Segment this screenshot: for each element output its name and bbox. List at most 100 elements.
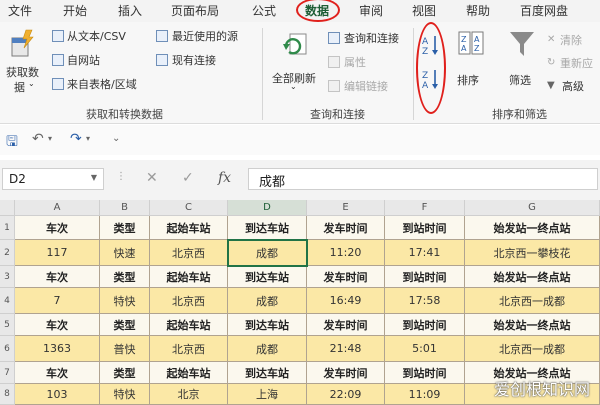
header-cell[interactable]: 起始车站 [150, 216, 228, 240]
data-cell[interactable]: 成都 [228, 240, 307, 266]
data-cell[interactable]: 上海 [228, 384, 307, 405]
data-cell[interactable]: 普快 [100, 336, 150, 362]
header-cell[interactable]: 始发站一终点站 [465, 216, 600, 240]
tab-review[interactable]: 审阅 [359, 2, 383, 19]
column-header-d[interactable]: D [228, 200, 307, 216]
header-cell[interactable]: 到站时间 [385, 216, 465, 240]
header-cell[interactable]: 到达车站 [228, 362, 307, 384]
clear-button[interactable]: 清除 [560, 32, 582, 48]
header-cell[interactable]: 发车时间 [307, 216, 385, 240]
edit-links-button[interactable]: 编辑链接 [344, 78, 388, 94]
tab-home[interactable]: 开始 [63, 2, 87, 19]
tab-insert[interactable]: 插入 [118, 2, 142, 19]
data-cell[interactable]: 成都 [228, 288, 307, 314]
sort-button[interactable]: Z A A Z 排序 [453, 30, 489, 100]
header-cell[interactable]: 车次 [15, 314, 100, 336]
reapply-button[interactable]: 重新应 [560, 55, 593, 71]
get-data-button[interactable]: 获取数 据 ⌄ [4, 28, 48, 100]
header-cell[interactable]: 到达车站 [228, 216, 307, 240]
data-cell[interactable]: 快速 [100, 240, 150, 266]
data-cell[interactable]: 21:48 [307, 336, 385, 362]
tab-baidu-netdisk[interactable]: 百度网盘 [520, 2, 568, 19]
refresh-all-button[interactable]: 全部刷新 ⌄ [268, 28, 324, 98]
data-cell[interactable]: 北京西一成都 [465, 288, 600, 314]
column-header-a[interactable]: A [15, 200, 100, 216]
column-header-e[interactable]: E [307, 200, 385, 216]
data-cell[interactable]: 特快 [100, 288, 150, 314]
header-cell[interactable]: 始发站一终点站 [465, 314, 600, 336]
properties-button[interactable]: 属性 [344, 54, 366, 70]
data-cell[interactable]: 北京西一成都 [465, 336, 600, 362]
tab-help[interactable]: 帮助 [466, 2, 490, 19]
header-cell[interactable]: 到达车站 [228, 314, 307, 336]
redo-icon[interactable]: ↷ [70, 131, 82, 147]
tab-file[interactable]: 文件 [8, 2, 32, 19]
header-cell[interactable]: 起始车站 [150, 314, 228, 336]
data-cell[interactable]: 北京西 [150, 288, 228, 314]
data-cell[interactable]: 11:20 [307, 240, 385, 266]
row-header[interactable]: 4 [0, 288, 15, 314]
advanced-button[interactable]: 高级 [562, 78, 584, 94]
header-cell[interactable]: 车次 [15, 216, 100, 240]
tab-view[interactable]: 视图 [412, 2, 436, 19]
data-cell[interactable]: 1363 [15, 336, 100, 362]
filter-button[interactable]: 筛选 [505, 30, 541, 100]
data-cell[interactable]: 5:01 [385, 336, 465, 362]
column-header-c[interactable]: C [150, 200, 228, 216]
header-cell[interactable]: 车次 [15, 362, 100, 384]
row-header[interactable]: 5 [0, 314, 15, 336]
tab-formulas[interactable]: 公式 [252, 2, 276, 19]
row-header[interactable]: 3 [0, 266, 15, 288]
insert-function-icon[interactable]: fx [218, 170, 231, 186]
header-cell[interactable]: 类型 [100, 314, 150, 336]
data-cell[interactable]: 北京西一攀枝花 [465, 240, 600, 266]
from-text-csv-button[interactable]: 从文本/CSV [67, 28, 126, 44]
header-cell[interactable]: 类型 [100, 216, 150, 240]
queries-connections-button[interactable]: 查询和连接 [344, 30, 399, 46]
data-cell[interactable]: 特快 [100, 384, 150, 405]
chevron-down-icon[interactable]: ▼ [91, 173, 97, 182]
header-cell[interactable]: 车次 [15, 266, 100, 288]
column-header-f[interactable]: F [385, 200, 465, 216]
cancel-icon[interactable]: ✕ [146, 170, 158, 186]
header-cell[interactable]: 始发站一终点站 [465, 266, 600, 288]
customize-toolbar-icon[interactable]: ⌄ [112, 133, 120, 144]
data-cell[interactable]: 成都 [228, 336, 307, 362]
name-box[interactable]: D2 ▼ [2, 168, 104, 190]
header-cell[interactable]: 到站时间 [385, 362, 465, 384]
row-header[interactable]: 1 [0, 216, 15, 240]
data-cell[interactable]: 22:09 [307, 384, 385, 405]
row-header[interactable]: 6 [0, 336, 15, 362]
save-icon[interactable]: 🖫 [6, 131, 18, 155]
data-cell[interactable]: 16:49 [307, 288, 385, 314]
data-cell[interactable]: 117 [15, 240, 100, 266]
recent-sources-button[interactable]: 最近使用的源 [172, 28, 238, 44]
header-cell[interactable]: 到达车站 [228, 266, 307, 288]
header-cell[interactable]: 发车时间 [307, 314, 385, 336]
header-cell[interactable]: 发车时间 [307, 266, 385, 288]
confirm-icon[interactable]: ✓ [182, 170, 194, 186]
row-header[interactable]: 2 [0, 240, 15, 266]
header-cell[interactable]: 起始车站 [150, 362, 228, 384]
data-cell[interactable]: 17:41 [385, 240, 465, 266]
row-header[interactable]: 8 [0, 384, 15, 405]
header-cell[interactable]: 起始车站 [150, 266, 228, 288]
from-web-button[interactable]: 自网站 [67, 52, 100, 68]
header-cell[interactable]: 发车时间 [307, 362, 385, 384]
data-cell[interactable]: 17:58 [385, 288, 465, 314]
from-table-range-button[interactable]: 来自表格/区域 [67, 76, 137, 92]
header-cell[interactable]: 类型 [100, 266, 150, 288]
data-cell[interactable]: 北京西 [150, 336, 228, 362]
chevron-down-icon[interactable]: ▾ [86, 134, 90, 143]
worksheet-grid[interactable]: ABCDEFG 1 车次 类型 起始车站 到达车站 发车时间 到站时间 始发站一终点站 2 117… [0, 200, 600, 405]
chevron-down-icon[interactable]: ▾ [48, 134, 52, 143]
header-cell[interactable]: 到站时间 [385, 314, 465, 336]
formula-input[interactable]: 成都 [248, 168, 598, 190]
data-cell[interactable]: 7 [15, 288, 100, 314]
row-header[interactable]: 7 [0, 362, 15, 384]
undo-icon[interactable]: ↶ [32, 131, 44, 147]
select-all-corner[interactable] [0, 200, 15, 216]
header-cell[interactable]: 类型 [100, 362, 150, 384]
data-cell[interactable]: 11:09 [385, 384, 465, 405]
data-cell[interactable]: 北京西 [150, 240, 228, 266]
